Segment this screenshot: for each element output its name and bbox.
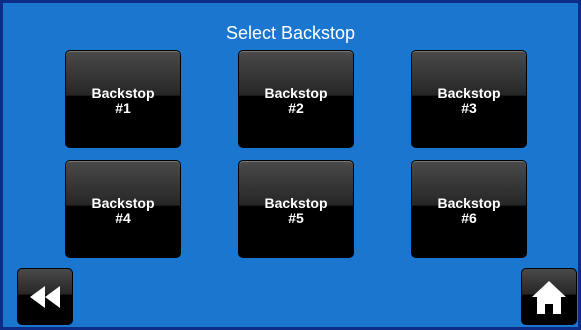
backstop-4-button[interactable]: Backstop #4	[65, 160, 181, 258]
back-button[interactable]	[17, 268, 73, 325]
home-icon	[532, 281, 566, 314]
backstop-selection-screen: Select Backstop Backstop #1 Backstop #2 …	[0, 0, 581, 330]
backstop-5-name: Backstop	[264, 195, 328, 211]
page-title: Select Backstop	[225, 23, 356, 43]
backstop-6-number: #6	[461, 210, 477, 226]
backstop-2-number: #2	[288, 100, 304, 116]
double-left-arrow-icon	[30, 286, 60, 308]
backstop-1-name: Backstop	[91, 85, 155, 101]
backstop-6-label: Backstop #6	[412, 196, 526, 226]
backstop-3-button[interactable]: Backstop #3	[411, 50, 527, 148]
backstop-3-number: #3	[461, 100, 477, 116]
backstop-2-name: Backstop	[264, 85, 328, 101]
backstop-6-name: Backstop	[437, 195, 501, 211]
backstop-6-button[interactable]: Backstop #6	[411, 160, 527, 258]
backstop-2-label: Backstop #2	[239, 86, 353, 116]
backstop-1-number: #1	[115, 100, 131, 116]
backstop-4-number: #4	[115, 210, 131, 226]
home-button[interactable]	[521, 268, 577, 325]
backstop-1-button[interactable]: Backstop #1	[65, 50, 181, 148]
backstop-5-number: #5	[288, 210, 304, 226]
backstop-5-button[interactable]: Backstop #5	[238, 160, 354, 258]
backstop-5-label: Backstop #5	[239, 196, 353, 226]
backstop-3-name: Backstop	[437, 85, 501, 101]
backstop-4-name: Backstop	[91, 195, 155, 211]
backstop-3-label: Backstop #3	[412, 86, 526, 116]
backstop-1-label: Backstop #1	[66, 86, 180, 116]
backstop-2-button[interactable]: Backstop #2	[238, 50, 354, 148]
backstop-4-label: Backstop #4	[66, 196, 180, 226]
